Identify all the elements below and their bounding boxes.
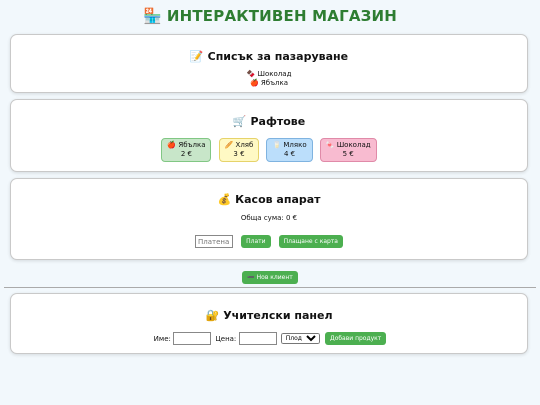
list-item-label: Шоколад (257, 70, 292, 78)
shopping-list: 🍫 Шоколад 🍎 Ябълка (11, 70, 527, 88)
chocolate-icon: 🍫 (246, 70, 256, 78)
payment-row: Плати Плащане с карта (11, 231, 527, 250)
price-label: Цена: (215, 334, 237, 343)
pay-button[interactable]: Плати (241, 235, 271, 248)
list-item: 🍎 Ябълка (11, 79, 527, 88)
paid-amount-input[interactable] (195, 235, 233, 248)
product-name: Мляко (283, 141, 307, 149)
apple-icon: 🍎 (249, 79, 259, 87)
apple-icon: 🍎 (167, 141, 177, 149)
shelves-title: 🛒 Рафтове (11, 115, 527, 128)
candy-icon: 🍬 (325, 141, 335, 149)
list-item-label: Ябълка (260, 79, 289, 87)
page-title-text: ИНТЕРАКТИВЕН МАГАЗИН (166, 7, 398, 25)
lock-key-icon: 🔐 (205, 309, 220, 322)
cart-icon: 🛒 (232, 115, 247, 128)
shopping-list-title: 📝 Списък за пазаруване (11, 50, 527, 63)
list-item: 🍫 Шоколад (11, 70, 527, 79)
product-milk[interactable]: 🥛 Мляко 4 € (266, 138, 313, 162)
product-shelf: 🍎 Ябълка 2 € 🥖 Хляб 3 € 🥛 Мляко 4 € 🍬 Шо… (11, 138, 527, 162)
product-price: 5 € (342, 150, 354, 158)
shelves-card: 🛒 Рафтове 🍎 Ябълка 2 € 🥖 Хляб 3 € 🥛 Мляко… (10, 99, 528, 172)
product-price: 4 € (283, 150, 296, 158)
memo-icon: 📝 (189, 50, 204, 63)
product-name: Ябълка (178, 141, 206, 149)
teacher-panel-title-text: Учителски панел (223, 309, 333, 322)
product-bread[interactable]: 🥖 Хляб 3 € (218, 138, 260, 162)
shelves-title-text: Рафтове (250, 115, 306, 128)
shopping-list-card: 📝 Списък за пазаруване 🍫 Шоколад 🍎 Ябълка (10, 34, 528, 93)
product-price: 2 € (180, 150, 193, 158)
page-title: 🏪 ИНТЕРАКТИВЕН МАГАЗИН (0, 7, 540, 25)
product-chocolate[interactable]: 🍬 Шоколад 5 € (319, 138, 377, 162)
new-client-area: ➖ Нов клиент (0, 267, 540, 286)
teacher-panel-card: 🔐 Учителски панел Име: Цена: Плод Добави … (10, 293, 528, 354)
product-price-input[interactable] (238, 332, 277, 345)
cash-register-title: 💰 Касов апарат (11, 193, 527, 206)
store-icon: 🏪 (142, 7, 162, 25)
add-product-form: Име: Цена: Плод Добави продукт (11, 332, 527, 345)
money-bag-icon: 💰 (217, 193, 232, 206)
product-name: Хляб (235, 141, 254, 149)
bread-icon: 🥖 (224, 141, 234, 149)
shopping-list-title-text: Списък за пазаруване (207, 50, 349, 63)
teacher-panel-title: 🔐 Учителски панел (11, 309, 527, 322)
new-client-button[interactable]: ➖ Нов клиент (242, 271, 298, 284)
total-amount: Обща сума: 0 € (240, 214, 298, 222)
product-price: 3 € (233, 150, 245, 158)
product-name-input[interactable] (173, 332, 212, 345)
category-select[interactable]: Плод (280, 333, 320, 344)
name-label: Име: (153, 334, 171, 343)
cash-register-card: 💰Касов апарат Обща сума: 0 € Плати Плаща… (10, 178, 528, 260)
divider (4, 287, 536, 288)
cash-register-title-text: Касов апарат (235, 193, 321, 206)
milk-icon: 🥛 (272, 141, 282, 149)
new-client-label: Нов клиент (256, 274, 293, 281)
minus-icon: ➖ (247, 274, 255, 281)
card-payment-button[interactable]: Плащане с карта (278, 235, 343, 248)
product-name: Шоколад (336, 141, 371, 149)
add-product-button[interactable]: Добави продукт (325, 332, 387, 345)
product-apple[interactable]: 🍎 Ябълка 2 € (161, 138, 212, 162)
